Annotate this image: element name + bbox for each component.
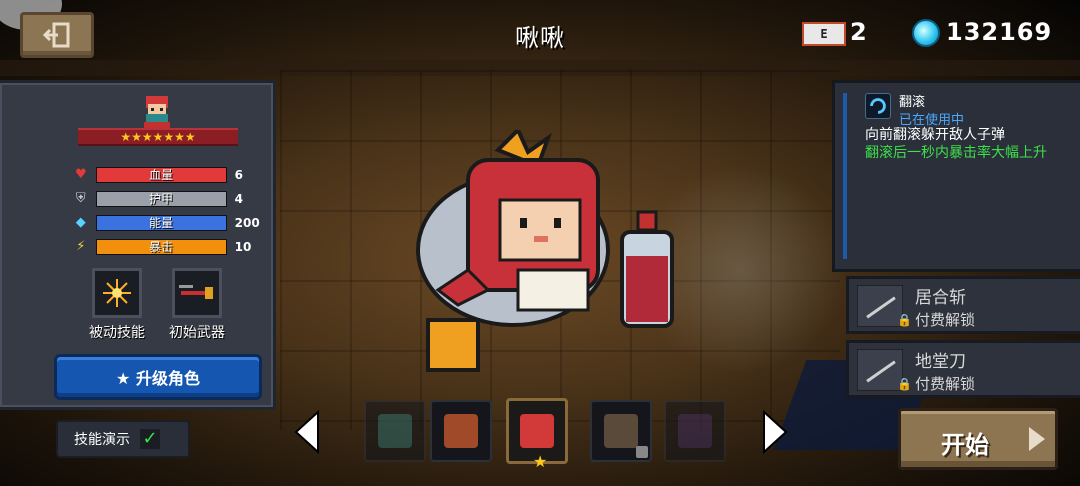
ticket-icon: E (802, 22, 846, 46)
passive-skill-label: 被动技能 (89, 325, 145, 341)
stat-row-crit: ⚡ 暴击 10 (72, 238, 262, 256)
stat-label: 能量 (149, 216, 174, 230)
locked-skill-card-2[interactable]: 🔒 地堂刀 付费解锁 (846, 340, 1080, 398)
locked-skill-price: 付费解锁 (915, 375, 976, 393)
stat-bar: 护甲 (95, 191, 227, 207)
stat-row-hp: ♥ 血量 6 (72, 166, 262, 184)
starting-weapon-button[interactable] (172, 268, 222, 318)
start-button[interactable]: 开始 (898, 408, 1058, 470)
play-arrow-icon (1029, 427, 1045, 451)
skill-demo-label: 技能演示 (74, 432, 130, 448)
stat-value: 6 (234, 168, 243, 182)
upgrade-character-button[interactable]: ★ 升级角色 (54, 354, 262, 400)
crit-icon: ⚡ (76, 239, 86, 254)
skill-demo-toggle[interactable]: 技能演示 ✓ (56, 420, 190, 458)
character-sprite (416, 130, 610, 372)
weapon-icon (179, 285, 213, 299)
character-slot[interactable] (364, 400, 426, 462)
heart-icon: ♥ (74, 167, 87, 182)
lock-icon (636, 446, 648, 458)
character-name-title: 啾啾 (515, 24, 565, 52)
character-avatar (520, 414, 554, 448)
character-avatar (444, 414, 478, 448)
gem-count: 132169 (946, 18, 1053, 46)
prev-character-arrow-icon[interactable] (292, 410, 322, 454)
character-portrait-icon (144, 96, 170, 128)
passive-skill-button[interactable] (92, 268, 142, 318)
checkmark-icon[interactable]: ✓ (140, 429, 160, 449)
shield-icon: ⛨ (75, 191, 86, 206)
energy-icon: ◆ (75, 215, 86, 230)
ticket-count: 2 (850, 18, 867, 46)
stat-row-energy: ◆ 能量 200 (72, 214, 262, 232)
next-character-arrow-icon[interactable] (760, 410, 790, 454)
skill-status: 已在使用中 (899, 113, 965, 128)
exit-door-icon (42, 22, 70, 48)
character-slot[interactable] (590, 400, 652, 462)
stat-value: 200 (234, 216, 260, 230)
stat-label: 暴击 (149, 240, 174, 254)
start-label: 开始 (941, 431, 989, 459)
star-rating-banner: ★★★★★★★ (78, 128, 238, 146)
character-slot[interactable] (430, 400, 492, 462)
character-avatar (378, 414, 412, 448)
stat-value: 10 (234, 240, 252, 254)
skill-name: 翻滚 (899, 95, 926, 110)
gem-icon (912, 19, 940, 47)
character-slot[interactable] (664, 400, 726, 462)
stat-bar: 能量 (95, 215, 227, 231)
active-skill-panel: 翻滚 已在使用中 向前翻滚躲开敌人子弹 翻滚后一秒内暴击率大幅上升 (832, 80, 1080, 272)
skill-description: 向前翻滚躲开敌人子弹 (865, 127, 1005, 143)
lock-icon: 🔒 (897, 313, 912, 327)
locked-skill-name: 地堂刀 (915, 352, 966, 372)
stat-label: 血量 (149, 168, 174, 182)
stat-value: 4 (234, 192, 243, 206)
stat-label: 护甲 (149, 192, 174, 206)
locked-skill-price: 付费解锁 (915, 311, 976, 329)
skill-bonus-text: 翻滚后一秒内暴击率大幅上升 (865, 145, 1047, 161)
roll-skill-icon (865, 93, 891, 119)
character-avatar (604, 414, 638, 448)
stat-bar: 暴击 (95, 239, 227, 255)
locked-skill-name: 居合斩 (915, 288, 966, 308)
selected-star-icon: ★ (533, 452, 548, 471)
character-slot-selected[interactable]: ★ (506, 398, 568, 471)
passive-skill-icon (103, 279, 131, 307)
locked-skill-card-1[interactable]: 🔒 居合斩 付费解锁 (846, 276, 1080, 334)
lock-icon: 🔒 (897, 377, 912, 391)
character-avatar (678, 414, 712, 448)
back-button[interactable] (20, 12, 94, 58)
stat-bar: 血量 (95, 167, 227, 183)
stat-row-armor: ⛨ 护甲 4 (72, 190, 262, 208)
starting-weapon-label: 初始武器 (169, 325, 225, 341)
potion-bottle-icon (620, 210, 674, 328)
